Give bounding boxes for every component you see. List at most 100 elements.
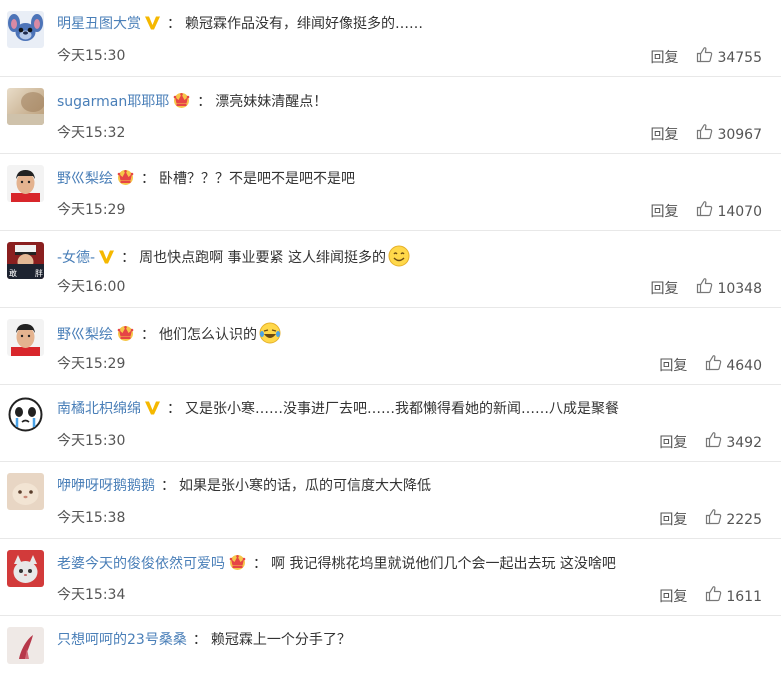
like-count: 1611: [726, 588, 762, 605]
comment-line: 明星丑图大赏 ：赖冠霖作品没有，绯闻好像挺多的……: [57, 14, 423, 37]
separator-colon: ：: [167, 16, 181, 32]
reply-button[interactable]: 回复: [650, 202, 678, 222]
avatar[interactable]: [7, 319, 44, 356]
timestamp: 今天15:38: [57, 510, 126, 526]
like-count: 30967: [717, 126, 762, 143]
like-count: 14070: [717, 203, 762, 220]
timestamp: 今天15:29: [57, 356, 126, 372]
username-link[interactable]: 老婆今天的俊俊依然可爱吗: [57, 556, 225, 572]
timestamp: 今天15:30: [57, 48, 126, 64]
username-link[interactable]: sugarman耶耶耶: [57, 94, 169, 110]
laugh-cry-emoji-icon: [259, 322, 281, 350]
timestamp: 今天15:32: [57, 125, 126, 141]
thumbs-up-icon: [705, 585, 722, 608]
avatar[interactable]: [7, 396, 44, 433]
vip-v-badge-icon: [144, 400, 161, 422]
like-count: 3492: [726, 434, 762, 451]
separator-colon: ：: [141, 327, 155, 343]
comment-text: 卧槽？？？不是吧不是吧不是吧: [159, 171, 355, 187]
thumbs-up-icon: [705, 354, 722, 377]
comment-actions: 回复 30967: [650, 123, 762, 146]
username-link[interactable]: 南橘北枳绵绵: [57, 401, 141, 417]
separator-colon: ：: [167, 401, 181, 417]
avatar[interactable]: [7, 550, 44, 587]
reply-button[interactable]: 回复: [659, 433, 687, 453]
comment-text: 漂亮妹妹清醒点！: [215, 94, 328, 110]
comment-text: 赖冠霖上一个分手了？: [210, 632, 351, 648]
reply-button[interactable]: 回复: [659, 510, 687, 530]
comment-actions: 回复 3492: [659, 431, 762, 454]
thumbs-up-icon: [696, 277, 713, 300]
crown-badge-icon: [228, 553, 247, 577]
separator-colon: ：: [192, 632, 207, 648]
crown-badge-icon: [116, 324, 135, 348]
like-button[interactable]: 4640: [705, 354, 762, 377]
comment-line: 只想呵呵的23号桑桑 ：赖冠霖上一个分手了？: [57, 630, 351, 650]
avatar[interactable]: 敢胖: [7, 242, 44, 279]
comment-item: 只想呵呵的23号桑桑：赖冠霖上一个分手了？ 回复: [0, 616, 781, 673]
username-link[interactable]: 野巛梨绘: [57, 327, 113, 343]
avatar[interactable]: [7, 165, 44, 202]
avatar[interactable]: [7, 88, 44, 125]
like-button[interactable]: 14070: [696, 200, 762, 223]
username-link[interactable]: 明星丑图大赏: [57, 16, 141, 32]
timestamp: 今天15:34: [57, 587, 126, 603]
username-link[interactable]: 野巛梨绘: [57, 171, 113, 187]
comment-line: -女德- ：周也快点跑啊 事业要紧 这人绯闻挺多的: [57, 245, 410, 273]
avatar[interactable]: [7, 11, 44, 48]
comment-actions: 回复 4640: [659, 354, 762, 377]
like-button[interactable]: 34755: [696, 46, 762, 69]
timestamp: 今天16:00: [57, 279, 126, 295]
comment-line: sugarman耶耶耶 ：漂亮妹妹清醒点！: [57, 91, 327, 115]
like-button[interactable]: 1611: [705, 585, 762, 608]
thumbs-up-icon: [696, 46, 713, 69]
vip-v-badge-icon: [98, 249, 115, 271]
comment-item: sugarman耶耶耶 ：漂亮妹妹清醒点！ 今天15:32 回复 30967: [0, 77, 781, 154]
avatar[interactable]: [7, 627, 44, 664]
reply-button[interactable]: 回复: [650, 48, 678, 68]
comment-actions: 回复 10348: [650, 277, 762, 300]
comment-item: 野巛梨绘 ：卧槽？？？不是吧不是吧不是吧 今天15:29 回复 14070: [0, 154, 781, 231]
comment-text: 如果是张小寒的话，瓜的可信度大大降低: [179, 478, 431, 494]
vip-v-badge-icon: [144, 15, 161, 37]
avatar[interactable]: [7, 473, 44, 510]
separator-colon: ：: [197, 94, 212, 110]
thumbs-up-icon: [705, 508, 722, 531]
comment-line: 野巛梨绘 ：他们怎么认识的: [57, 322, 281, 350]
crown-badge-icon: [172, 91, 191, 115]
comment-line: 野巛梨绘 ：卧槽？？？不是吧不是吧不是吧: [57, 168, 355, 192]
timestamp: 今天15:30: [57, 433, 126, 449]
comment-item: 明星丑图大赏 ：赖冠霖作品没有，绯闻好像挺多的…… 今天15:30 回复 3475…: [0, 0, 781, 77]
comment-item: 老婆今天的俊俊依然可爱吗：啊 我记得桃花坞里就说他们几个会一起出去玩 这没啥吧 …: [0, 539, 781, 616]
comment-line: 老婆今天的俊俊依然可爱吗 ：啊 我记得桃花坞里就说他们几个会一起出去玩 这没啥吧: [57, 553, 616, 577]
thumbs-up-icon: [696, 123, 713, 146]
comment-actions: 回复 14070: [650, 200, 762, 223]
like-button[interactable]: 3492: [705, 431, 762, 454]
comment-line: 南橘北枳绵绵 ：又是张小寒……没事进厂去吧……我都懒得看她的新闻……八成是聚餐: [57, 399, 619, 422]
separator-colon: ：: [121, 250, 136, 266]
like-count: 10348: [717, 280, 762, 297]
reply-button[interactable]: 回复: [650, 125, 678, 145]
smile-emoji-icon: [388, 245, 410, 273]
separator-colon: ：: [141, 171, 155, 187]
reply-button[interactable]: 回复: [659, 356, 687, 376]
comment-item: 南橘北枳绵绵 ：又是张小寒……没事进厂去吧……我都懒得看她的新闻……八成是聚餐 今…: [0, 385, 781, 462]
like-count: 2225: [726, 511, 762, 528]
comment-text: 又是张小寒……没事进厂去吧……我都懒得看她的新闻……八成是聚餐: [185, 401, 619, 417]
username-link[interactable]: -女德-: [57, 250, 95, 266]
reply-button[interactable]: 回复: [650, 279, 678, 299]
timestamp: 今天15:29: [57, 202, 126, 218]
comment-item: 咿咿呀呀鹅鹅鹅 ：如果是张小寒的话，瓜的可信度大大降低 今天15:38 回复 22…: [0, 462, 781, 539]
like-button[interactable]: 10348: [696, 277, 762, 300]
like-button[interactable]: 2225: [705, 508, 762, 531]
reply-button[interactable]: 回复: [659, 587, 687, 607]
username-link[interactable]: 咿咿呀呀鹅鹅鹅: [57, 478, 155, 494]
comment-line: 咿咿呀呀鹅鹅鹅 ：如果是张小寒的话，瓜的可信度大大降低: [57, 476, 431, 496]
username-link[interactable]: 只想呵呵的23号桑桑: [57, 632, 187, 648]
like-button[interactable]: 30967: [696, 123, 762, 146]
comment-actions: 回复 1611: [659, 585, 762, 608]
comment-text: 赖冠霖作品没有，绯闻好像挺多的……: [185, 16, 423, 32]
svg-text:敢: 敢: [9, 268, 17, 278]
comment-item: 敢胖 -女德-：周也快点跑啊 事业要紧 这人绯闻挺多的 今天16:00 回复 1…: [0, 231, 781, 308]
comment-actions: 回复 34755: [650, 46, 762, 69]
